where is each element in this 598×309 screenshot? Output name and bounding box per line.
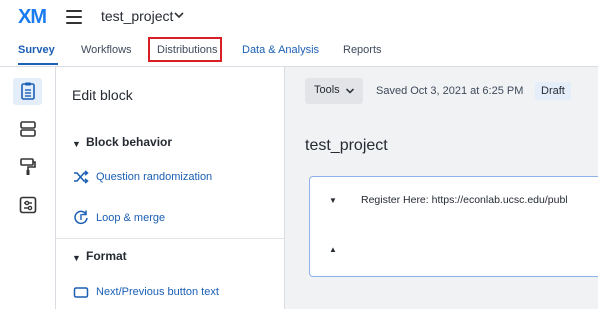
shuffle-icon — [73, 169, 89, 185]
caret-up-icon[interactable]: ▲ — [329, 245, 337, 254]
option-next-previous-button-text[interactable]: Next/Previous button text — [96, 286, 219, 298]
question-text[interactable]: Register Here: https://econlab.ucsc.edu/… — [361, 194, 568, 206]
loop-icon — [73, 209, 89, 225]
xm-logo[interactable]: XM — [18, 6, 47, 29]
section-title-format[interactable]: Format — [86, 249, 127, 263]
rail-divider — [55, 67, 56, 309]
tools-button[interactable]: Tools — [305, 78, 363, 104]
saved-timestamp: Saved Oct 3, 2021 at 6:25 PM — [376, 85, 524, 97]
survey-title[interactable]: test_project — [305, 137, 388, 155]
status-badge: Draft — [535, 82, 571, 100]
paint-roller-icon[interactable] — [18, 157, 38, 177]
blocks-icon[interactable] — [18, 119, 38, 139]
caret-down-icon[interactable]: ▼ — [329, 196, 337, 205]
option-question-randomization[interactable]: Question randomization — [96, 171, 212, 183]
question-card[interactable] — [309, 176, 598, 277]
tools-label: Tools — [314, 84, 340, 96]
tab-survey[interactable]: Survey — [18, 44, 55, 56]
project-name[interactable]: test_project — [101, 8, 173, 24]
section-divider — [56, 238, 284, 239]
panel-title: Edit block — [72, 87, 133, 103]
tab-data-analysis[interactable]: Data & Analysis — [242, 44, 319, 56]
hamburger-menu-icon[interactable] — [66, 10, 82, 24]
caret-down-icon[interactable]: ▼ — [72, 253, 81, 263]
button-text-icon — [73, 285, 89, 301]
chevron-down-icon — [345, 86, 355, 99]
settings-sliders-icon[interactable] — [18, 195, 38, 215]
tab-workflows[interactable]: Workflows — [81, 44, 132, 56]
tab-reports[interactable]: Reports — [343, 44, 382, 56]
section-title-block-behavior[interactable]: Block behavior — [86, 135, 172, 149]
active-tab-indicator — [18, 63, 58, 65]
option-loop-merge[interactable]: Loop & merge — [96, 212, 165, 224]
distributions-highlight-box — [148, 37, 222, 62]
survey-flow-icon[interactable] — [18, 81, 38, 101]
chevron-down-icon[interactable] — [173, 9, 185, 24]
caret-down-icon[interactable]: ▼ — [72, 139, 81, 149]
